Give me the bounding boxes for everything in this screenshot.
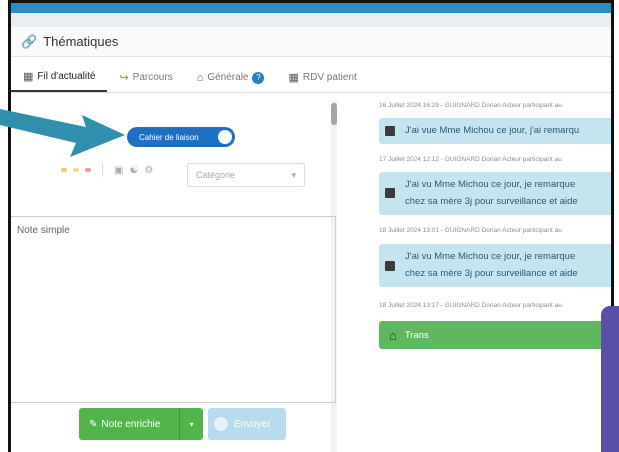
tab-label: RDV patient: [302, 72, 357, 83]
message-line: chez sa mère 3j pour surveillance et aid…: [405, 268, 578, 279]
status-bar-trans[interactable]: ⌂ Trans: [379, 321, 611, 349]
tab-generale[interactable]: ⌂ Générale ?: [185, 63, 277, 92]
rich-note-label: Note enrichie: [101, 418, 161, 430]
message-line: J'ai vu Mme Michou ce jour, je remarque: [405, 251, 576, 262]
toolbar-divider: [102, 163, 103, 177]
help-badge-icon: ?: [252, 71, 265, 84]
settings-icon[interactable]: ⚙: [144, 165, 153, 176]
title-bar: 🔗 Thématiques: [11, 27, 611, 57]
toggle-label: Cahier de liaison: [139, 132, 199, 142]
note-placeholder: Note simple: [17, 225, 70, 236]
category-placeholder: Catégorie: [196, 170, 236, 180]
newspaper-icon: ▦: [23, 71, 34, 83]
message-line: chez sa mère 3j pour surveillance et aid…: [405, 196, 578, 207]
pencil-icon: ✎: [89, 418, 98, 430]
entry-meta: 17 Juillet 2024 12:12 - GUIGNARD Dorian …: [379, 156, 562, 163]
note-toolbar: ▣ ☯ ⚙: [61, 163, 153, 177]
tab-fil-actualite[interactable]: ▦ Fil d'actualité: [11, 63, 108, 92]
link-icon: 🔗: [21, 33, 38, 49]
page-title: Thématiques: [43, 34, 119, 49]
send-label: Envoyer: [234, 418, 271, 430]
message-line: J'ai vue Mme Michou ce jour, j'ai remarq…: [405, 125, 580, 136]
category-select[interactable]: Catégorie ▾: [187, 163, 305, 187]
entry-meta: 18 Juillet 2024 13:17 - GUIGNARD Dorian …: [379, 302, 562, 309]
tab-parcours[interactable]: ↪ Parcours: [107, 63, 184, 92]
chevron-down-icon: ▾: [291, 169, 296, 180]
rich-note-button[interactable]: ✎ Note enrichie ▾: [79, 408, 203, 440]
entry-meta: 16 Juillet 2024 16:29 - GUIGNARD Dorian …: [379, 102, 562, 109]
note-icon: [385, 188, 395, 198]
color-dot-light[interactable]: [73, 168, 79, 172]
scrollbar-thumb[interactable]: [331, 103, 337, 125]
top-strip: [11, 3, 611, 13]
message-line: J'ai vu Mme Michou ce jour, je remarque: [405, 179, 576, 190]
status-label: Trans: [404, 329, 429, 341]
color-dot-yellow[interactable]: [61, 168, 67, 172]
caret-down-icon[interactable]: ▾: [180, 420, 203, 429]
note-icon: [385, 261, 395, 271]
note-icon: [385, 126, 395, 136]
decorative-shape: [601, 306, 619, 452]
home-icon: ⌂: [196, 71, 204, 84]
app-window: 🔗 Thématiques ▦ Fil d'actualité ↪ Parcou…: [8, 0, 614, 452]
header-spacer: [11, 13, 611, 27]
feed-message[interactable]: J'ai vu Mme Michou ce jour, je remarque …: [379, 172, 611, 215]
color-dot-red[interactable]: [85, 168, 91, 172]
people-icon[interactable]: ☯: [129, 165, 138, 176]
tab-rdv-patient[interactable]: ▦ RDV patient: [276, 63, 368, 92]
home-icon: ⌂: [389, 327, 397, 343]
tab-label: Fil d'actualité: [37, 71, 96, 82]
send-icon: [214, 417, 228, 431]
tab-bar: ▦ Fil d'actualité ↪ Parcours ⌂ Générale …: [11, 63, 611, 93]
note-input[interactable]: Note simple: [11, 216, 336, 403]
grid-icon: ▦: [288, 72, 299, 84]
annotation-arrow-icon: [0, 109, 125, 157]
tab-label: Parcours: [132, 72, 173, 83]
route-icon: ↪: [119, 72, 129, 84]
news-feed: 16 Juillet 2024 16:29 - GUIGNARD Dorian …: [345, 98, 611, 452]
entry-meta: 18 Juillet 2024 13:01 - GUIGNARD Dorian …: [379, 227, 562, 234]
feed-message[interactable]: J'ai vue Mme Michou ce jour, j'ai remarq…: [379, 118, 611, 144]
lock-icon[interactable]: ▣: [114, 165, 123, 176]
cahier-liaison-toggle[interactable]: Cahier de liaison: [127, 127, 235, 147]
send-button[interactable]: Envoyer: [208, 408, 286, 440]
tab-label: Générale: [207, 72, 249, 83]
toggle-knob: [218, 130, 232, 144]
feed-message[interactable]: J'ai vu Mme Michou ce jour, je remarque …: [379, 244, 611, 287]
